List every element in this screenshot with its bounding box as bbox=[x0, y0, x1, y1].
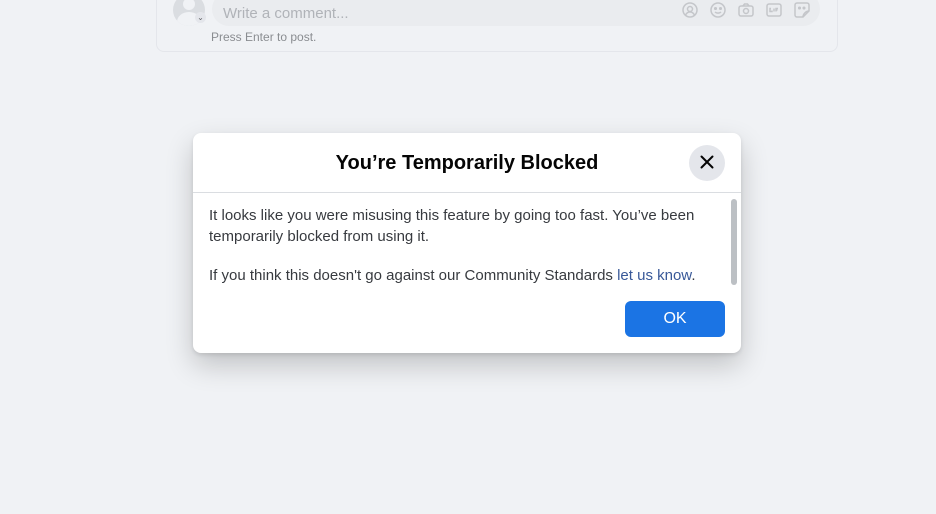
avatar-sticker-icon[interactable] bbox=[680, 0, 700, 20]
dialog-body: It looks like you were misusing this fea… bbox=[209, 205, 709, 286]
temporarily-blocked-dialog: You’re Temporarily Blocked It looks like… bbox=[193, 133, 741, 353]
dialog-header: You’re Temporarily Blocked bbox=[193, 133, 741, 193]
chevron-down-icon[interactable]: ⌄ bbox=[195, 12, 206, 23]
close-button[interactable] bbox=[689, 145, 725, 181]
comment-tools bbox=[680, 0, 812, 20]
appeal-text: If you think this doesn't go against our… bbox=[209, 267, 618, 284]
emoji-icon[interactable] bbox=[708, 0, 728, 20]
dialog-title: You’re Temporarily Blocked bbox=[335, 152, 599, 174]
page-background: ⌄ Press Enter to post bbox=[0, 0, 936, 514]
camera-icon[interactable] bbox=[736, 0, 756, 20]
press-enter-hint: Press Enter to post. bbox=[211, 30, 317, 44]
let-us-know-link[interactable]: let us know bbox=[617, 267, 691, 284]
dialog-appeal-message: If you think this doesn't go against our… bbox=[209, 265, 709, 286]
ok-button[interactable]: OK bbox=[625, 301, 725, 337]
dialog-message: It looks like you were misusing this fea… bbox=[209, 207, 695, 245]
gif-icon[interactable] bbox=[764, 0, 784, 20]
close-icon bbox=[700, 155, 714, 172]
appeal-text-end: . bbox=[691, 267, 696, 284]
avatar-head-shape bbox=[183, 0, 195, 10]
dialog-scrollbar[interactable] bbox=[731, 199, 737, 285]
sticker-icon[interactable] bbox=[792, 0, 812, 20]
